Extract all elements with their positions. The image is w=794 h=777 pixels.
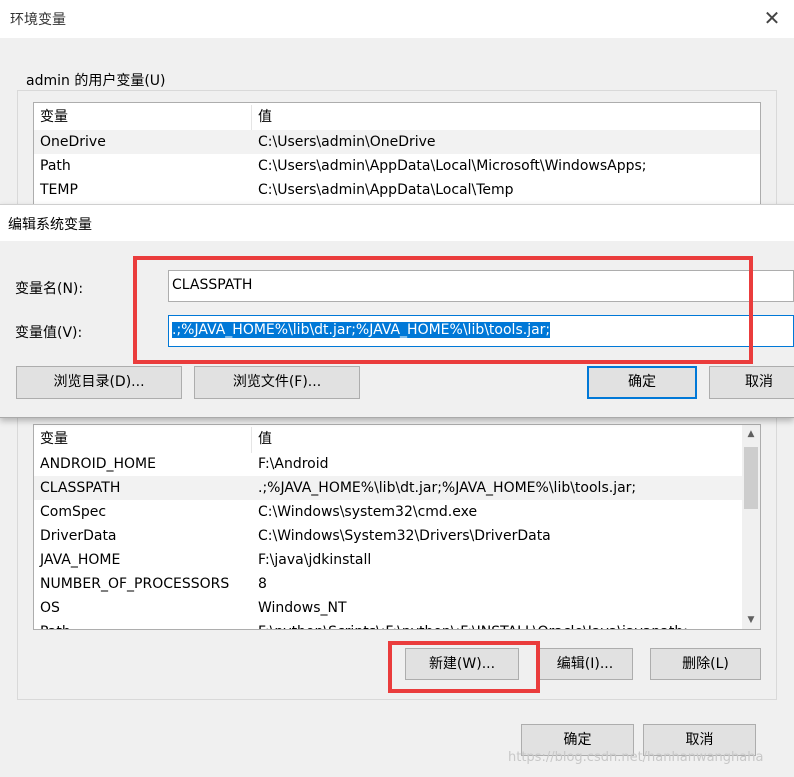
- variable-value: .;%JAVA_HOME%\lib\dt.jar;%JAVA_HOME%\lib…: [258, 480, 637, 496]
- variable-value-label: 变量值(V):: [15, 325, 83, 341]
- browse-file-button[interactable]: 浏览文件(F)...: [194, 366, 360, 399]
- table-row[interactable]: Path F:\python\Scripts\;F:\python\;F:\IN…: [34, 620, 760, 629]
- list-header: 变量 值: [34, 427, 760, 453]
- table-row-selected[interactable]: CLASSPATH .;%JAVA_HOME%\lib\dt.jar;%JAVA…: [34, 476, 760, 500]
- dialog-ok-button[interactable]: 确定: [587, 366, 697, 399]
- variable-name-field[interactable]: CLASSPATH: [168, 270, 794, 302]
- variable-name-label: 变量名(N):: [15, 281, 84, 297]
- table-row[interactable]: ANDROID_HOME F:\Android: [34, 452, 760, 476]
- header-variable[interactable]: 变量: [40, 427, 68, 451]
- user-variables-group-label: admin 的用户变量(U): [22, 70, 170, 90]
- variable-value: F:\python\Scripts\;F:\python\;F:\INSTALL…: [258, 620, 701, 629]
- variable-name: NUMBER_OF_PROCESSORS: [40, 576, 230, 592]
- dialog-cancel-button[interactable]: 取消: [709, 366, 794, 399]
- variable-value-field[interactable]: .;%JAVA_HOME%\lib\dt.jar;%JAVA_HOME%\lib…: [168, 315, 794, 347]
- scroll-down-icon[interactable]: ▼: [742, 611, 760, 629]
- close-icon[interactable]: ✕: [760, 6, 784, 30]
- vertical-scrollbar[interactable]: ▲ ▼: [742, 425, 760, 629]
- variable-value: 8: [258, 576, 267, 592]
- variable-value: F:\java\jdkinstall: [258, 552, 372, 568]
- variable-name: ComSpec: [40, 504, 107, 520]
- variable-value: C:\Users\admin\AppData\Local\Temp: [258, 182, 514, 198]
- variable-value: C:\Windows\system32\cmd.exe: [258, 504, 478, 520]
- delete-button[interactable]: 删除(L): [650, 648, 761, 680]
- table-row[interactable]: Path C:\Users\admin\AppData\Local\Micros…: [34, 154, 760, 178]
- variable-name: OneDrive: [40, 134, 106, 150]
- variable-name: ANDROID_HOME: [40, 456, 156, 472]
- variable-name: JAVA_HOME: [40, 552, 121, 568]
- table-row[interactable]: OS Windows_NT: [34, 596, 760, 620]
- table-row[interactable]: ComSpec C:\Windows\system32\cmd.exe: [34, 500, 760, 524]
- variable-value: C:\Users\admin\AppData\Local\Microsoft\W…: [258, 158, 647, 174]
- table-row[interactable]: DriverData C:\Windows\System32\Drivers\D…: [34, 524, 760, 548]
- variable-value: C:\Users\admin\OneDrive: [258, 134, 436, 150]
- outer-window-title: 环境变量: [10, 12, 66, 28]
- header-value[interactable]: 值: [258, 105, 272, 129]
- browse-directory-button[interactable]: 浏览目录(D)...: [16, 366, 182, 399]
- table-row[interactable]: TEMP C:\Users\admin\AppData\Local\Temp: [34, 178, 760, 202]
- variable-name: CLASSPATH: [40, 480, 121, 496]
- outer-titlebar: [0, 0, 794, 38]
- variable-name: DriverData: [40, 528, 117, 544]
- scroll-up-icon[interactable]: ▲: [742, 425, 760, 443]
- dialog-title: 编辑系统变量: [8, 217, 92, 233]
- table-row[interactable]: JAVA_HOME F:\java\jdkinstall: [34, 548, 760, 572]
- variable-name: OS: [40, 600, 60, 616]
- header-value[interactable]: 值: [258, 427, 272, 451]
- user-variables-list[interactable]: 变量 值 OneDrive C:\Users\admin\OneDrive Pa…: [33, 102, 761, 208]
- new-button[interactable]: 新建(W)...: [405, 648, 519, 680]
- variable-name: Path: [40, 158, 71, 174]
- watermark: https://blog.csdn.net/hanhanwanghaha: [508, 750, 764, 765]
- scrollbar-thumb[interactable]: [744, 447, 758, 509]
- variable-value: C:\Windows\System32\Drivers\DriverData: [258, 528, 551, 544]
- variable-value: Windows_NT: [258, 600, 347, 616]
- table-row[interactable]: NUMBER_OF_PROCESSORS 8: [34, 572, 760, 596]
- selected-text: .;%JAVA_HOME%\lib\dt.jar;%JAVA_HOME%\lib…: [172, 322, 551, 338]
- variable-name: Path: [40, 620, 71, 629]
- edit-button[interactable]: 编辑(I)...: [537, 648, 633, 680]
- variable-value: F:\Android: [258, 456, 329, 472]
- system-variables-list[interactable]: 变量 值 ANDROID_HOME F:\Android CLASSPATH .…: [33, 424, 761, 630]
- header-variable[interactable]: 变量: [40, 105, 68, 129]
- variable-name: TEMP: [40, 182, 78, 198]
- table-row[interactable]: OneDrive C:\Users\admin\OneDrive: [34, 130, 760, 154]
- dialog-titlebar: [0, 205, 794, 241]
- list-header: 变量 值: [34, 105, 760, 131]
